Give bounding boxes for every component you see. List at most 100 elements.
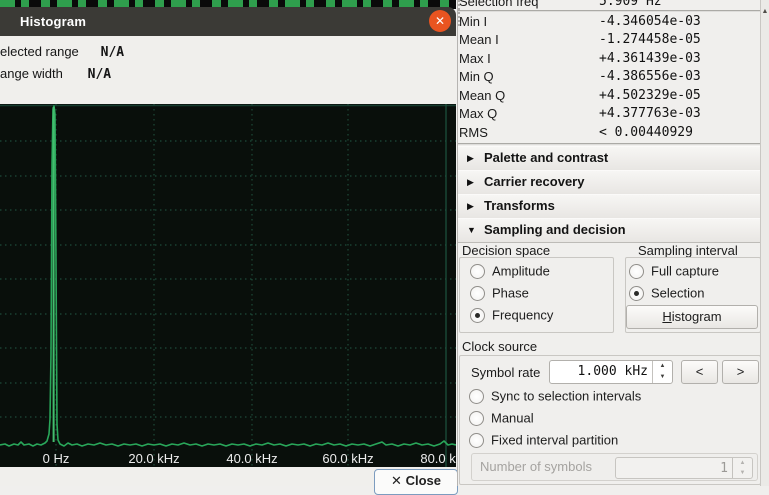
x-tick-20khz: 20.0 kHz bbox=[119, 451, 189, 466]
number-of-symbols-label: Number of symbols bbox=[480, 459, 592, 474]
max-i-row: Max I +4.361439e-03 bbox=[458, 50, 761, 68]
symbol-rate-label: Symbol rate bbox=[471, 365, 540, 380]
radio-frequency[interactable]: Frequency bbox=[470, 307, 553, 325]
histogram-button[interactable]: Histogram bbox=[626, 305, 758, 329]
mean-q-label: Mean Q bbox=[459, 87, 505, 105]
mean-i-row: Mean I -1.274458e-05 bbox=[458, 31, 761, 49]
section-transforms[interactable]: ▶ Transforms bbox=[458, 194, 761, 219]
decision-space-label: Decision space bbox=[462, 243, 550, 258]
close-button[interactable]: ✕ Close bbox=[374, 469, 458, 495]
radio-icon bbox=[469, 433, 484, 448]
section-palette-and-contrast[interactable]: ▶ Palette and contrast bbox=[458, 146, 761, 171]
min-q-row: Min Q -4.386556e-03 bbox=[458, 68, 761, 86]
max-i-value: +4.361439e-03 bbox=[599, 50, 701, 68]
radio-label: Selection bbox=[651, 286, 704, 301]
mean-i-value: -1.274458e-05 bbox=[599, 31, 701, 49]
max-q-label: Max Q bbox=[459, 105, 497, 123]
spin-down-icon[interactable]: ▼ bbox=[653, 372, 672, 383]
section-carrier-recovery[interactable]: ▶ Carrier recovery bbox=[458, 170, 761, 195]
radio-amplitude[interactable]: Amplitude bbox=[470, 263, 550, 281]
window-title: Histogram bbox=[20, 14, 86, 29]
mean-q-value: +4.502329e-05 bbox=[599, 87, 701, 105]
max-i-label: Max I bbox=[459, 50, 491, 68]
radio-checked-icon bbox=[629, 286, 644, 301]
number-of-symbols-spinner: ▲ ▼ bbox=[732, 458, 752, 478]
chevron-right-icon: ▶ bbox=[467, 147, 474, 169]
section-label: Carrier recovery bbox=[484, 171, 584, 193]
radio-icon bbox=[470, 264, 485, 279]
histogram-window-titlebar[interactable]: Histogram ✕ bbox=[0, 7, 456, 36]
chevron-down-icon: ▼ bbox=[467, 219, 476, 241]
radio-label: Manual bbox=[491, 411, 534, 426]
radio-checked-icon bbox=[470, 308, 485, 323]
symbol-rate-value: 1.000 kHz bbox=[578, 361, 648, 383]
radio-label: Frequency bbox=[492, 308, 553, 323]
radio-label: Fixed interval partition bbox=[491, 433, 618, 448]
selected-range-value: N/A bbox=[101, 45, 124, 60]
radio-icon bbox=[470, 286, 485, 301]
min-q-value: -4.386556e-03 bbox=[599, 68, 701, 86]
x-tick-60khz: 60.0 kHz bbox=[313, 451, 383, 466]
selected-range-row: elected range N/A bbox=[0, 44, 124, 62]
histogram-button-label: istogram bbox=[672, 309, 722, 324]
range-width-value: N/A bbox=[88, 67, 111, 82]
rms-label: RMS bbox=[459, 124, 488, 142]
radio-icon bbox=[469, 411, 484, 426]
radio-icon bbox=[469, 389, 484, 404]
max-q-value: +4.377763e-03 bbox=[599, 105, 701, 123]
radio-label: Full capture bbox=[651, 264, 719, 279]
symbol-rate-step-back-button[interactable]: < bbox=[681, 360, 718, 384]
x-tick-0hz: 0 Hz bbox=[21, 451, 91, 466]
range-width-label: ange width bbox=[0, 66, 84, 81]
radio-label: Amplitude bbox=[492, 264, 550, 279]
min-i-row: Min I -4.346054e-03 bbox=[458, 13, 761, 31]
x-tick-40khz: 40.0 kHz bbox=[217, 451, 287, 466]
radio-manual[interactable]: Manual bbox=[469, 410, 534, 428]
max-q-row: Max Q +4.377763e-03 bbox=[458, 105, 761, 123]
rms-value: < 0.00440929 bbox=[599, 124, 693, 142]
radio-selection[interactable]: Selection bbox=[629, 285, 704, 303]
section-label: Sampling and decision bbox=[484, 219, 626, 241]
radio-label: Sync to selection intervals bbox=[491, 389, 641, 404]
number-of-symbols-field: Number of symbols 1 ▲ ▼ bbox=[471, 453, 758, 481]
symbol-rate-spinbox[interactable]: 1.000 kHz ▲ ▼ bbox=[549, 360, 673, 384]
chevron-right-icon: ▶ bbox=[467, 195, 474, 217]
scrollbar[interactable]: ▲ bbox=[760, 0, 769, 486]
radio-label: Phase bbox=[492, 286, 529, 301]
radio-full-capture[interactable]: Full capture bbox=[629, 263, 719, 281]
mean-i-label: Mean I bbox=[459, 31, 499, 49]
separator bbox=[458, 143, 761, 145]
sampling-interval-label: Sampling interval bbox=[638, 243, 738, 258]
number-of-symbols-spinbox: 1 ▲ ▼ bbox=[615, 457, 753, 479]
rms-row: RMS < 0.00440929 bbox=[458, 124, 761, 142]
selected-range-label: elected range bbox=[0, 44, 97, 59]
min-i-label: Min I bbox=[459, 13, 487, 31]
clock-source-label: Clock source bbox=[462, 339, 537, 354]
spin-down-icon: ▼ bbox=[733, 468, 752, 478]
histogram-button-mnemonic: H bbox=[662, 309, 671, 324]
min-i-value: -4.346054e-03 bbox=[599, 13, 701, 31]
radio-fixed-interval-partition[interactable]: Fixed interval partition bbox=[469, 432, 618, 450]
window-close-icon[interactable]: ✕ bbox=[429, 10, 451, 32]
scroll-up-icon[interactable]: ▲ bbox=[761, 8, 769, 16]
section-label: Palette and contrast bbox=[484, 147, 608, 169]
histogram-plot: 0 Hz 20.0 kHz 40.0 kHz 60.0 kHz 80.0 kHz bbox=[0, 104, 456, 467]
number-of-symbols-value: 1 bbox=[720, 458, 728, 480]
mean-q-row: Mean Q +4.502329e-05 bbox=[458, 87, 761, 105]
spin-up-icon: ▲ bbox=[733, 458, 752, 468]
histogram-trace-svg bbox=[0, 104, 456, 467]
radio-phase[interactable]: Phase bbox=[470, 285, 529, 303]
separator bbox=[458, 10, 761, 12]
chevron-right-icon: ▶ bbox=[467, 171, 474, 193]
selection-info-panel: elected range N/A ange width N/A bbox=[0, 36, 456, 104]
x-tick-80khz: 80.0 kHz bbox=[411, 451, 456, 466]
radio-icon bbox=[629, 264, 644, 279]
spin-up-icon[interactable]: ▲ bbox=[653, 361, 672, 372]
range-width-row: ange width N/A bbox=[0, 66, 111, 84]
histogram-window-footer: ✕ Close bbox=[0, 467, 456, 486]
radio-sync-to-selection-intervals[interactable]: Sync to selection intervals bbox=[469, 388, 641, 406]
symbol-rate-step-forward-button[interactable]: > bbox=[722, 360, 759, 384]
section-sampling-and-decision[interactable]: ▼ Sampling and decision bbox=[458, 218, 761, 243]
settings-panel: Selection freq 5.909 Hz Min I -4.346054e… bbox=[457, 0, 761, 486]
symbol-rate-spinner[interactable]: ▲ ▼ bbox=[652, 361, 672, 383]
